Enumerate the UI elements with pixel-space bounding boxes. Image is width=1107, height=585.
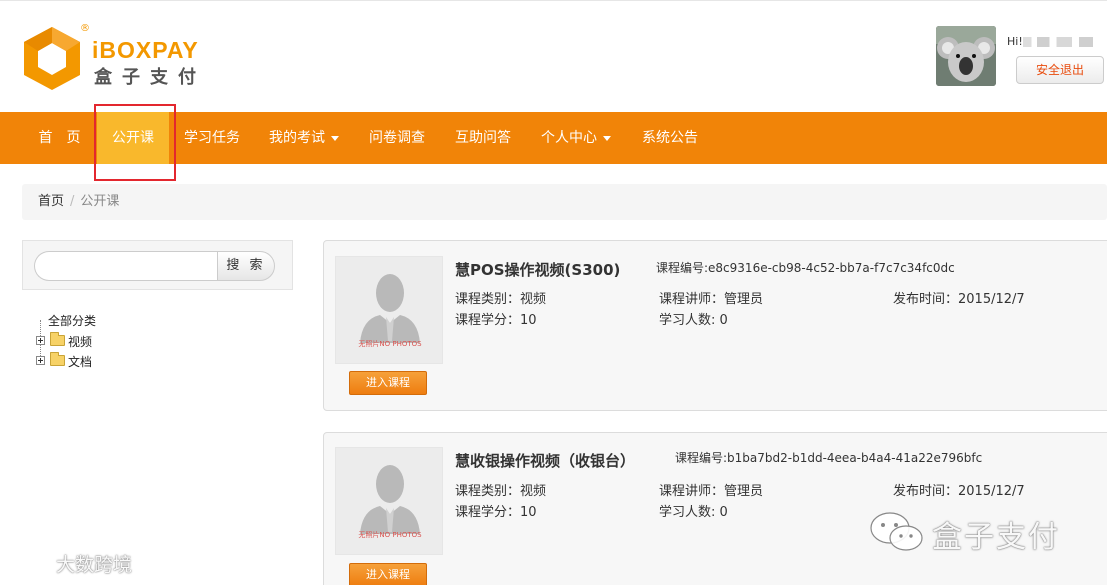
chevron-down-icon xyxy=(331,135,339,141)
no-photo-caption: 无照片NO PHOTOS xyxy=(358,531,422,539)
nav-item-announcements[interactable]: 系统公告 xyxy=(626,112,714,164)
course-credits: 课程学分：10 xyxy=(455,313,537,328)
nav-item-personal-center[interactable]: 个人中心 xyxy=(526,112,626,164)
course-learners: 学习人数: 0 xyxy=(659,313,728,328)
breadcrumb: 首页 / 公开课 xyxy=(22,184,1107,220)
watermark-left: 大数跨境 xyxy=(8,550,132,578)
course-learners: 学习人数: 0 xyxy=(659,505,728,520)
logout-button[interactable]: 安全退出 xyxy=(1016,56,1104,84)
watermark-logo-icon xyxy=(8,556,48,575)
folder-icon xyxy=(50,352,65,366)
course-credits: 课程学分：10 xyxy=(455,505,537,520)
course-publish-time: 发布时间：2015/12/7 xyxy=(893,484,1025,499)
course-category: 课程类别：视频 xyxy=(455,292,547,307)
course-thumbnail[interactable]: 无照片NO PHOTOS xyxy=(335,447,443,555)
expand-plus-icon[interactable] xyxy=(36,356,45,365)
nav-item-home[interactable]: 首 页 xyxy=(22,112,97,164)
tree-root-all-categories[interactable]: 全部分类 xyxy=(48,312,96,329)
nav-item-my-exams[interactable]: 我的考试 xyxy=(254,112,354,164)
search-panel: 搜 索 xyxy=(22,240,293,290)
cube-logo-icon xyxy=(24,27,80,90)
nav-item-qa[interactable]: 互助问答 xyxy=(440,112,526,164)
nav-item-learning-tasks[interactable]: 学习任务 xyxy=(170,112,254,164)
user-greeting: Hi! xyxy=(1007,35,1093,48)
enter-course-button[interactable]: 进入课程 xyxy=(349,371,427,395)
wechat-icon xyxy=(870,512,923,551)
course-category: 课程类别：视频 xyxy=(455,484,547,499)
course-publish-time: 发布时间：2015/12/7 xyxy=(893,292,1025,307)
course-card: 无照片NO PHOTOS 进入课程 慧POS操作视频(S300) 课程编号:e8… xyxy=(323,240,1107,411)
brand-name-en: iBOXPAY xyxy=(92,37,199,63)
course-card: 无照片NO PHOTOS 进入课程 慧收银操作视频（收银台） 课程编号:b1ba… xyxy=(323,432,1107,585)
breadcrumb-separator: / xyxy=(70,194,75,209)
header: ® iBOXPAY 盒子支付 Hi! 安全退出 xyxy=(0,0,1107,112)
avatar[interactable] xyxy=(936,26,996,86)
breadcrumb-current: 公开课 xyxy=(80,194,120,209)
search-input[interactable] xyxy=(34,251,220,281)
watermark-right: 盒子支付 xyxy=(868,510,1083,556)
blurred-username xyxy=(1022,37,1093,47)
search-button[interactable]: 搜 索 xyxy=(217,251,275,281)
breadcrumb-home[interactable]: 首页 xyxy=(38,194,64,209)
course-title[interactable]: 慧收银操作视频（收银台） xyxy=(455,450,635,471)
expand-plus-icon[interactable] xyxy=(36,336,45,345)
registered-mark: ® xyxy=(80,23,90,34)
koala-avatar-icon xyxy=(936,26,996,86)
course-code: 课程编号:b1ba7bd2-b1dd-4eea-b4a4-41a22e796bf… xyxy=(675,451,983,465)
enter-course-button[interactable]: 进入课程 xyxy=(349,563,427,585)
no-photo-caption: 无照片NO PHOTOS xyxy=(358,340,422,348)
course-lecturer: 课程讲师：管理员 xyxy=(659,484,764,499)
folder-icon xyxy=(50,332,65,346)
chevron-down-icon xyxy=(603,135,611,141)
brand-logo[interactable]: ® iBOXPAY 盒子支付 xyxy=(22,23,222,95)
course-lecturer: 课程讲师：管理员 xyxy=(659,292,764,307)
main-nav: 首 页 公开课 学习任务 我的考试 问卷调查 互助问答 个人中心 系统公告 xyxy=(0,112,1107,164)
course-thumbnail[interactable]: 无照片NO PHOTOS xyxy=(335,256,443,364)
course-code: 课程编号:e8c9316e-cb98-4c52-bb7a-f7c7c34fc0d… xyxy=(656,261,955,275)
course-title[interactable]: 慧POS操作视频(S300) xyxy=(455,259,620,280)
brand-name-cn: 盒子支付 xyxy=(94,67,206,88)
nav-item-surveys[interactable]: 问卷调查 xyxy=(354,112,440,164)
nav-item-open-courses[interactable]: 公开课 xyxy=(97,112,169,164)
